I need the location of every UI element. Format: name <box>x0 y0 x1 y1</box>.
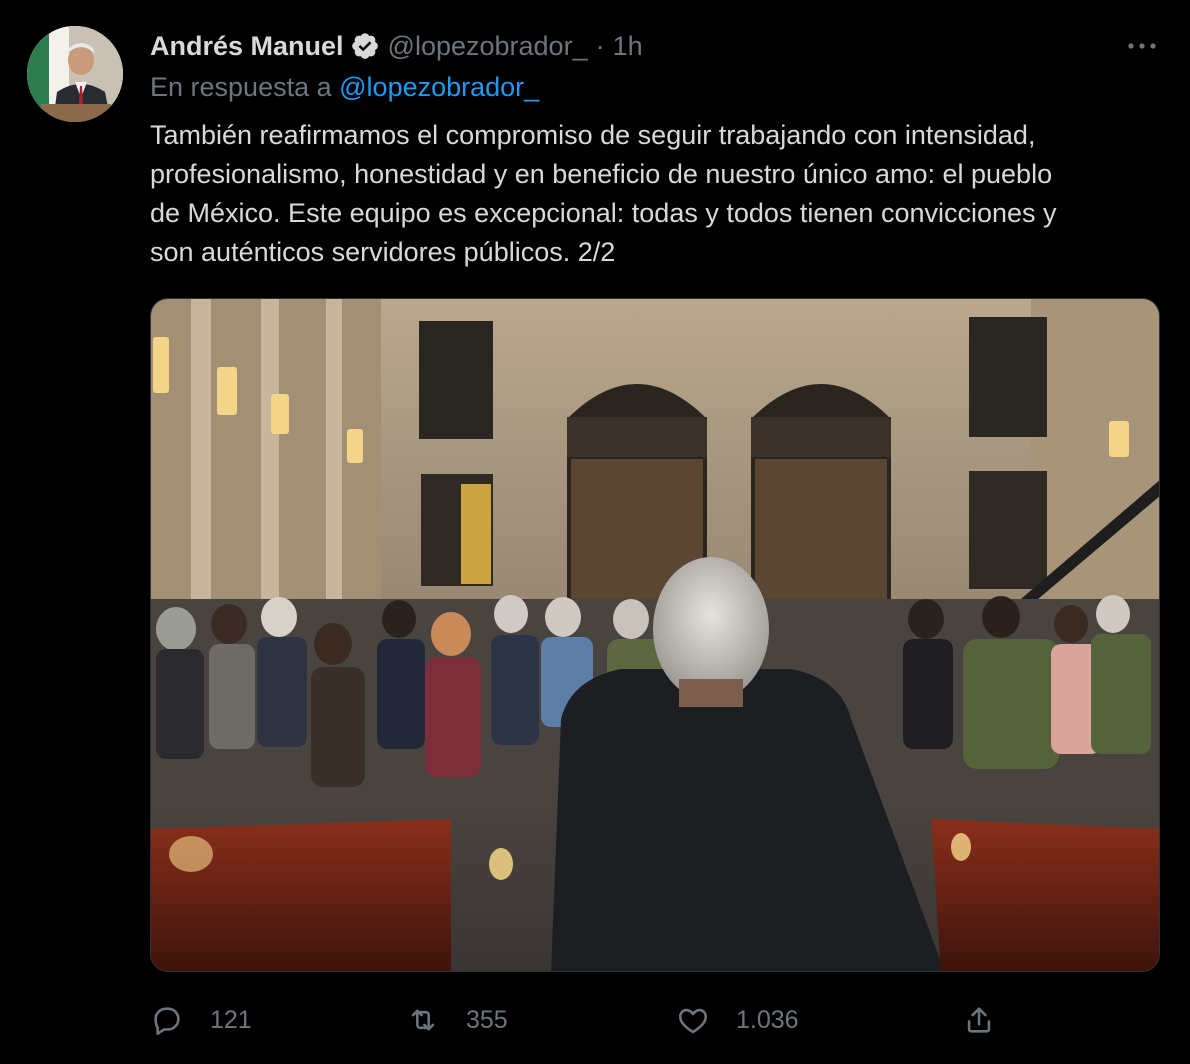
photo-image <box>151 299 1159 971</box>
tweet-text-line: También reafirmamos el compromiso de seg… <box>150 120 1036 150</box>
tweet-text-line: de México. Este equipo es excepcional: t… <box>150 198 1057 228</box>
like-button[interactable]: 1.036 <box>676 996 799 1044</box>
share-icon <box>967 1007 991 1033</box>
tweet[interactable]: Andrés Manuel @lopezobrador_ · 1h En res… <box>0 0 1190 1064</box>
reply-icon <box>154 1007 180 1036</box>
reply-handle-link[interactable]: @lopezobrador_ <box>339 72 539 102</box>
timestamp[interactable]: 1h <box>613 31 643 62</box>
verified-badge-icon <box>351 33 378 59</box>
retweet-icon <box>411 1009 435 1031</box>
reply-context: En respuesta a @lopezobrador_ <box>150 72 539 103</box>
tweet-text: También reafirmamos el compromiso de seg… <box>150 116 1170 272</box>
like-count: 1.036 <box>736 1005 799 1034</box>
reply-count: 121 <box>210 1005 252 1034</box>
retweet-count: 355 <box>466 1005 508 1034</box>
retweet-button[interactable]: 355 <box>406 996 508 1044</box>
reply-prefix: En respuesta a <box>150 72 332 102</box>
tweet-photo[interactable] <box>150 298 1160 972</box>
tweet-actions: 121 355 1.036 <box>150 996 1160 1044</box>
separator-dot: · <box>595 30 605 61</box>
user-handle[interactable]: @lopezobrador_ <box>388 31 588 62</box>
avatar[interactable] <box>27 26 123 122</box>
avatar-image <box>27 26 123 122</box>
tweet-text-line: son auténticos servidores públicos. 2/2 <box>150 237 616 267</box>
display-name[interactable]: Andrés Manuel <box>150 31 344 62</box>
like-icon <box>678 1008 708 1034</box>
tweet-text-line: profesionalismo, honestidad y en benefic… <box>150 159 1053 189</box>
more-options-icon[interactable] <box>1124 34 1160 58</box>
reply-button[interactable]: 121 <box>150 996 252 1044</box>
tweet-header: Andrés Manuel @lopezobrador_ · 1h <box>150 28 643 64</box>
share-button[interactable] <box>962 996 996 1044</box>
